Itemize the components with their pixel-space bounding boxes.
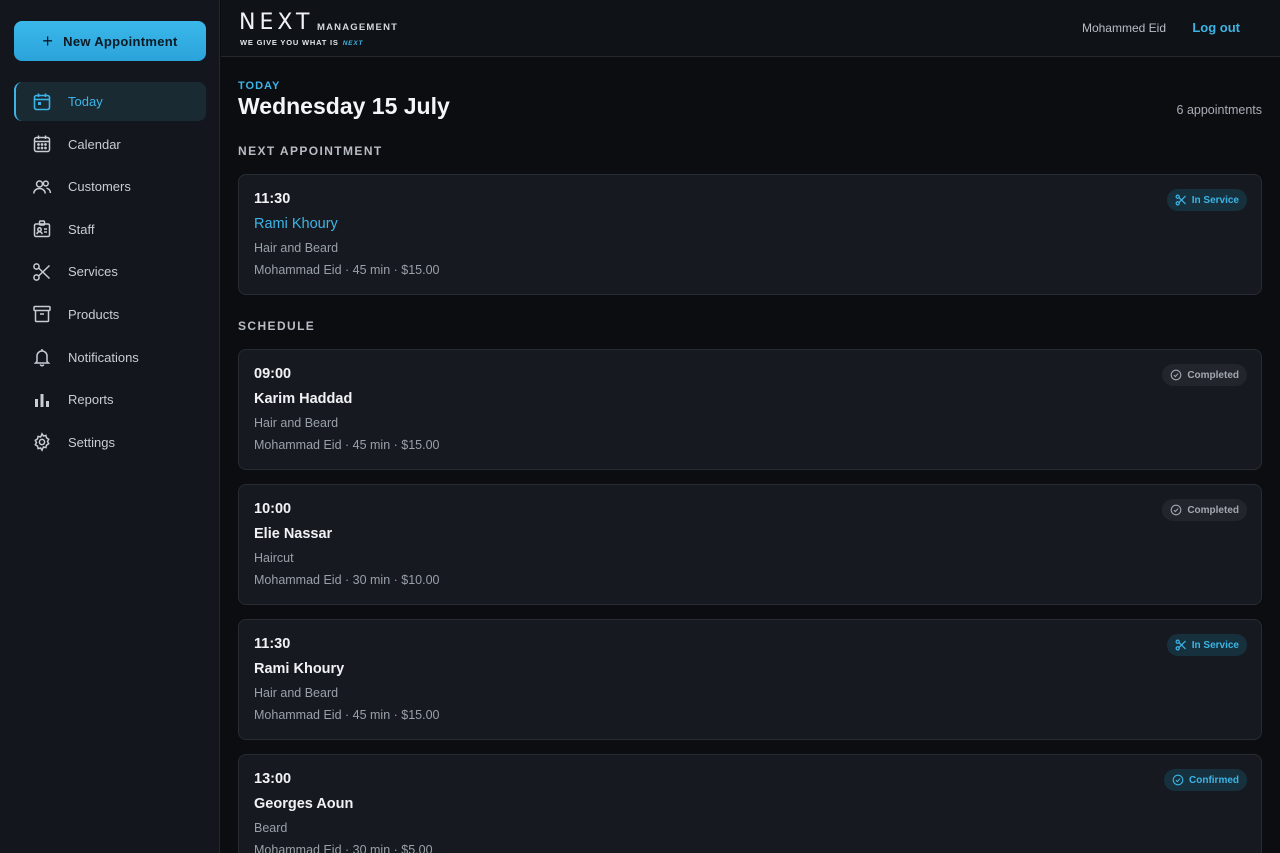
sidebar-nav: Today Calendar Customers Staff Services … [14,82,206,465]
appointment-meta: Mohammad Eid · 30 min · $5.00 [254,843,433,853]
sidebar-item-label: Today [68,94,103,109]
schedule-card[interactable]: 10:00 Elie Nassar Haircut Mohammad Eid ·… [238,484,1262,605]
schedule-card[interactable]: 11:30 Rami Khoury Hair and Beard Mohamma… [238,619,1262,740]
appointment-time: 10:00 [254,501,292,517]
customer-name: Rami Khoury [254,661,345,677]
plus-icon: + [42,31,54,51]
gear-icon [34,432,50,453]
status-badge: Confirmed [1164,769,1247,791]
status-badge: In Service [1166,634,1247,656]
sidebar-item-products[interactable]: Products [14,295,206,334]
check-circle-icon [1170,504,1182,516]
customer-name: Georges Aoun [254,796,354,812]
users-icon [33,179,52,194]
next-appointment-heading: NEXT APPOINTMENT [238,144,383,158]
sidebar-item-staff[interactable]: Staff [14,210,206,249]
sidebar-item-customers[interactable]: Customers [14,167,206,206]
sidebar-item-label: Notifications [68,349,139,365]
bell-icon [33,349,51,367]
next-appointment-card[interactable]: 11:30 Rami Khoury Hair and Beard Mohamma… [238,174,1262,295]
sidebar-item-settings[interactable]: Settings [14,423,206,462]
appointment-meta: Mohammad Eid · 45 min · $15.00 [254,263,440,277]
logo-wordmark: NEXT [239,10,314,35]
appointment-count: 6 appointments [1176,103,1262,117]
scissors-icon [1175,639,1186,651]
appointment-meta: Mohammad Eid · 30 min · $10.00 [254,573,440,587]
appointment-time: 09:00 [254,366,292,382]
new-appointment-button[interactable]: + New Appointment [14,21,206,61]
customer-name: Karim Haddad [254,391,353,407]
bar-chart-icon [35,393,49,407]
today-label: TODAY [238,80,281,92]
sidebar-item-label: Products [68,306,120,322]
brand-logo[interactable]: NEXT MANAGEMENT WE GIVE YOU WHAT IS NEXT [239,10,397,47]
status-badge: Completed [1162,364,1247,386]
service-name: Hair and Beard [254,241,339,255]
sidebar-item-services[interactable]: Services [14,252,206,291]
status-badge: Completed [1162,499,1247,521]
sidebar-item-reports[interactable]: Reports [14,380,206,419]
sidebar-item-label: Staff [68,221,95,237]
customer-name: Elie Nassar [254,526,333,542]
sidebar-item-label: Services [68,264,118,280]
top-header: NEXT MANAGEMENT WE GIVE YOU WHAT IS NEXT … [221,0,1280,57]
logout-link[interactable]: Log out [1192,20,1240,35]
calendar-icon [33,135,51,153]
appointment-time: 11:30 [254,636,291,652]
scissors-icon [1175,194,1186,206]
appointment-meta: Mohammad Eid · 45 min · $15.00 [254,438,440,452]
sidebar-item-today[interactable]: Today [14,82,206,121]
sidebar-item-notifications[interactable]: Notifications [14,338,206,377]
schedule-card[interactable]: 13:00 Georges Aoun Beard Mohammad Eid · … [238,754,1262,853]
page-title: Wednesday 15 July [238,93,450,119]
schedule-heading: SCHEDULE [238,319,316,333]
sidebar-item-calendar[interactable]: Calendar [14,125,206,164]
customer-name-link[interactable]: Rami Khoury [254,216,338,232]
sidebar-item-label: Customers [68,179,131,195]
service-name: Beard [254,821,288,835]
sidebar-item-label: Reports [68,392,114,408]
calendar-today-icon [33,93,51,110]
service-name: Haircut [254,551,294,565]
scissors-icon [33,263,51,281]
logo-subtitle: MANAGEMENT [317,22,399,33]
sidebar: + New Appointment Today Calendar Custome… [0,0,220,853]
service-name: Hair and Beard [254,416,339,430]
current-user-name: Mohammed Eid [1081,21,1166,35]
appointment-time: 11:30 [254,191,291,207]
sidebar-item-label: Calendar [68,136,121,152]
status-badge: In Service [1166,189,1247,211]
archive-box-icon [33,306,51,323]
check-circle-icon [1170,369,1182,381]
logo-tagline: WE GIVE YOU WHAT IS NEXT [240,38,364,47]
check-circle-icon [1172,774,1184,786]
schedule-card[interactable]: 09:00 Karim Haddad Hair and Beard Mohamm… [238,349,1262,470]
sidebar-item-label: Settings [68,434,115,450]
service-name: Hair and Beard [254,686,339,700]
new-appointment-label: New Appointment [63,33,178,49]
appointment-meta: Mohammad Eid · 45 min · $15.00 [254,708,440,722]
id-badge-icon [33,220,51,238]
appointment-time: 13:00 [254,771,292,787]
